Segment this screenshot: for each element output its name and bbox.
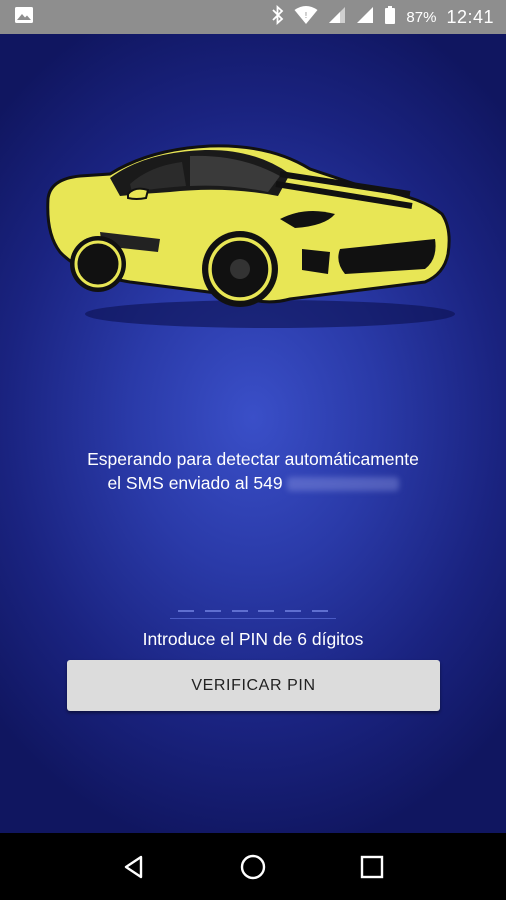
signal-icon bbox=[356, 6, 374, 29]
sms-phone-prefix: el SMS enviado al 549 bbox=[107, 473, 283, 493]
home-icon[interactable] bbox=[233, 847, 273, 887]
sms-wait-message: Esperando para detectar automáticamente … bbox=[40, 447, 466, 495]
clock: 12:41 bbox=[446, 6, 494, 27]
back-icon[interactable] bbox=[114, 847, 154, 887]
recents-icon[interactable] bbox=[352, 847, 392, 887]
sms-wait-line-2: el SMS enviado al 549 bbox=[40, 471, 466, 495]
navigation-bar bbox=[0, 833, 506, 900]
pin-placeholder-dashes bbox=[178, 610, 328, 612]
bluetooth-icon bbox=[272, 4, 284, 30]
battery-icon bbox=[384, 5, 396, 30]
wifi-icon: ! bbox=[294, 5, 318, 30]
phone-number-redacted bbox=[286, 477, 399, 492]
verify-pin-button[interactable]: VERIFICAR PIN bbox=[67, 660, 440, 711]
pin-input[interactable] bbox=[170, 589, 336, 619]
verify-pin-screen: Esperando para detectar automáticamente … bbox=[0, 34, 506, 833]
signal-icon bbox=[328, 6, 346, 29]
svg-text:!: ! bbox=[305, 11, 308, 20]
image-icon bbox=[14, 5, 34, 30]
battery-percent: 87% bbox=[406, 8, 437, 26]
car-illustration bbox=[40, 134, 460, 334]
status-bar: ! 87% 12:41 bbox=[0, 0, 506, 34]
pin-instruction-label: Introduce el PIN de 6 dígitos bbox=[142, 629, 364, 649]
sms-wait-line-1: Esperando para detectar automáticamente bbox=[87, 449, 419, 469]
